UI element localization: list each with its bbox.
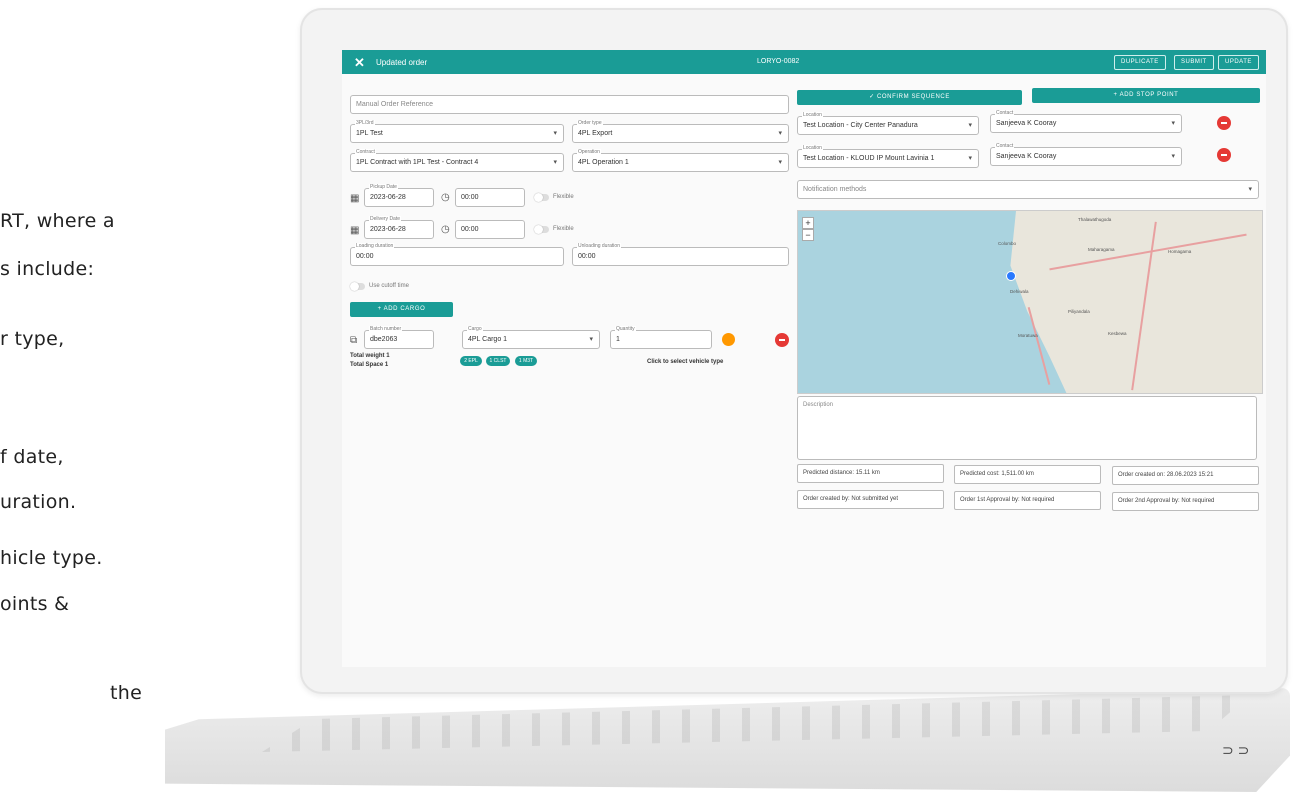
pickup-flexible-toggle[interactable] <box>534 193 549 202</box>
map-place-label: Maharagama <box>1088 247 1115 252</box>
side-text-line: f date, <box>0 446 64 468</box>
cargo-details-icon[interactable] <box>722 333 735 346</box>
notification-methods-select[interactable]: Notification methods ▾ <box>797 180 1259 199</box>
delivery-time-input[interactable]: 00:00 <box>455 220 525 239</box>
stop-location-select[interactable]: Location Test Location - City Center Pan… <box>797 112 979 135</box>
second-approval-by: Order 2nd Approval by: Not required <box>1112 492 1259 511</box>
remove-stop-button[interactable] <box>1217 148 1231 162</box>
total-space: Total Space 1 <box>350 362 389 368</box>
calendar-icon: ▦ <box>350 225 360 236</box>
loading-duration-input[interactable]: Loading duration 00:00 <box>350 243 564 266</box>
chevron-down-icon: ▾ <box>778 159 782 166</box>
cargo-select[interactable]: Cargo 4PL Cargo 1 ▾ <box>462 326 600 349</box>
close-icon[interactable]: ✕ <box>354 55 365 71</box>
order-created-on: Order created on: 28.06.2023 15:21 <box>1112 466 1259 485</box>
chevron-down-icon: ▾ <box>1248 186 1252 193</box>
chevron-down-icon: ▾ <box>968 155 972 162</box>
order-number: LORYO-0082 <box>757 58 800 65</box>
order-type-select[interactable]: Order type 4PL Export ▾ <box>572 120 789 143</box>
clock-icon: ◷ <box>441 192 450 203</box>
stop-contact-select[interactable]: Contact Sanjeeva K Cooray ▾ <box>990 110 1182 133</box>
app-screen: ✕ Updated order LORYO-0082 DUPLICATE SUB… <box>342 50 1266 667</box>
batch-number-input[interactable]: Batch number dbe2063 <box>364 326 434 349</box>
clock-icon: ◷ <box>441 224 450 235</box>
confirm-sequence-button[interactable]: ✓ CONFIRM SEQUENCE <box>797 90 1022 105</box>
remove-cargo-button[interactable] <box>775 333 789 347</box>
order-created-by: Order created by: Not submitted yet <box>797 490 944 509</box>
side-text-line: uration. <box>0 491 77 513</box>
delivery-flexible-toggle[interactable] <box>534 225 549 234</box>
chevron-down-icon: ▾ <box>778 130 782 137</box>
pickup-date-input[interactable]: Pickup Date 2023-06-28 <box>364 184 434 207</box>
vehicle-pill[interactable]: 1 M3T <box>515 356 537 366</box>
manual-order-reference-input[interactable]: Manual Order Reference <box>350 95 789 114</box>
calendar-icon: ▦ <box>350 193 360 204</box>
quantity-input[interactable]: Quantity 1 <box>610 326 712 349</box>
map-marker-icon[interactable] <box>1006 271 1016 281</box>
map-place-label: Homagama <box>1168 249 1192 254</box>
operation-select[interactable]: Operation 4PL Operation 1 ▾ <box>572 149 789 172</box>
vehicle-pill[interactable]: 2 EPL <box>460 356 482 366</box>
total-weight: Total weight 1 <box>350 353 390 359</box>
cutoff-time-toggle[interactable] <box>350 282 365 291</box>
map-place-label: Moratuwa <box>1018 333 1038 338</box>
contract-select[interactable]: Contract 1PL Contract with 1PL Test - Co… <box>350 149 564 172</box>
side-text-line: the <box>110 682 143 704</box>
add-stop-point-button[interactable]: + ADD STOP POINT <box>1032 88 1260 103</box>
zoom-out-button[interactable]: − <box>802 229 814 241</box>
pickup-time-input[interactable]: 00:00 <box>455 188 525 207</box>
zoom-in-button[interactable]: + <box>802 217 814 229</box>
duplicate-button[interactable]: DUPLICATE <box>1114 55 1166 70</box>
side-text-line: s include: <box>0 258 95 280</box>
add-cargo-button[interactable]: + ADD CARGO <box>350 302 453 317</box>
side-text-line: RT, where a <box>0 210 115 232</box>
first-approval-by: Order 1st Approval by: Not required <box>954 491 1101 510</box>
unloading-duration-input[interactable]: Unloading duration 00:00 <box>572 243 789 266</box>
map-place-label: Dehiwala <box>1010 289 1029 294</box>
stop-location-select[interactable]: Location Test Location - KLOUD IP Mount … <box>797 145 979 168</box>
delivery-date-input[interactable]: Delivery Date 2023-06-28 <box>364 216 434 239</box>
cutoff-time-label: Use cutoff time <box>369 283 409 289</box>
stop-contact-select[interactable]: Contact Sanjeeva K Cooray ▾ <box>990 143 1182 166</box>
select-vehicle-link[interactable]: Click to select vehicle type <box>647 359 723 365</box>
predicted-distance: Predicted distance: 15.11 km <box>797 464 944 483</box>
remove-stop-button[interactable] <box>1217 116 1231 130</box>
copy-icon[interactable]: ⧉ <box>350 335 357 346</box>
check-icon: ✓ <box>869 94 877 100</box>
description-textarea[interactable]: Description <box>797 396 1257 460</box>
side-text-line: r type, <box>0 328 65 350</box>
laptop-ports: ⊃ ⊃ <box>1222 742 1250 758</box>
map-place-label: Piliyandala <box>1068 309 1090 314</box>
chevron-down-icon: ▾ <box>968 122 972 129</box>
flexible-label: Flexible <box>553 226 574 232</box>
top-bar: ✕ Updated order LORYO-0082 DUPLICATE SUB… <box>342 50 1266 74</box>
chevron-down-icon: ▾ <box>553 159 557 166</box>
update-button[interactable]: UPDATE <box>1218 55 1259 70</box>
chevron-down-icon: ▾ <box>553 130 557 137</box>
three-pl-select[interactable]: 3PL/3rd 1PL Test ▾ <box>350 120 564 143</box>
chevron-down-icon: ▾ <box>589 336 593 343</box>
side-text-line: hicle type. <box>0 547 103 569</box>
vehicle-pill[interactable]: 1 CLST <box>486 356 510 366</box>
flexible-label: Flexible <box>553 194 574 200</box>
route-map[interactable]: + − Thalawathugoda Maharagama Homagama M… <box>797 210 1263 394</box>
chevron-down-icon: ▾ <box>1171 120 1175 127</box>
map-place-label: Colombo <box>998 241 1017 246</box>
map-place-label: Thalawathugoda <box>1078 217 1112 222</box>
page-title: Updated order <box>376 58 428 67</box>
chevron-down-icon: ▾ <box>1171 153 1175 160</box>
predicted-cost: Predicted cost: 1,511.00 km <box>954 465 1101 484</box>
submit-button[interactable]: SUBMIT <box>1174 55 1214 70</box>
map-place-label: Kesbewa <box>1108 331 1127 336</box>
side-text-line: oints & <box>0 593 70 615</box>
